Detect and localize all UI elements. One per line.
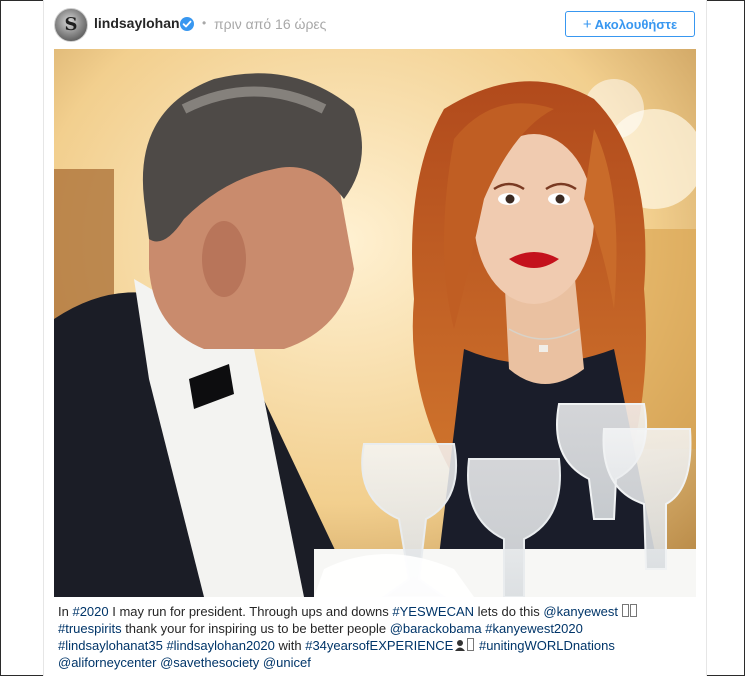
mention-aliforneycenter[interactable]: @aliforneycenter: [58, 655, 156, 670]
emoji-placeholder-icon: [629, 604, 637, 617]
mention-savethesociety[interactable]: @savethesociety: [160, 655, 259, 670]
mention-kanyewest[interactable]: @kanyewest: [543, 604, 618, 619]
photo-illustration: [54, 49, 696, 597]
mention-barackobama[interactable]: @barackobama: [390, 621, 482, 636]
follow-label: Ακολουθήστε: [594, 17, 678, 32]
emoji-placeholder-icon: [621, 604, 629, 617]
hashtag-lindsaylohan2020[interactable]: #lindsaylohan2020: [166, 638, 274, 653]
hashtag-unitingworldnations[interactable]: #unitingWORLDnations: [479, 638, 615, 653]
caption-text: In: [58, 604, 73, 619]
hashtag-2020[interactable]: #2020: [72, 604, 108, 619]
caption-text: lets do this: [474, 604, 544, 619]
hashtag-lindsaylohanat35[interactable]: #lindsaylohanat35: [58, 638, 163, 653]
hashtag-kanyewest2020[interactable]: #kanyewest2020: [485, 621, 583, 636]
plus-icon: +: [582, 16, 592, 33]
person-emoji-icon: [454, 638, 466, 651]
emoji-placeholder-icon: [467, 638, 475, 651]
caption-text: thank your for inspiring us to be better…: [121, 621, 390, 636]
hashtag-34yearsofexperience[interactable]: #34yearsofEXPERIENCE: [305, 638, 453, 653]
username-link[interactable]: lindsaylohan: [94, 15, 180, 31]
follow-button[interactable]: + Ακολουθήστε: [565, 11, 695, 37]
avatar-glyph: S: [64, 14, 78, 35]
post-photo[interactable]: [54, 49, 696, 597]
hashtag-truespirits[interactable]: #truespirits: [58, 621, 122, 636]
caption-text: I may run for president. Through ups and…: [108, 604, 393, 619]
profile-avatar[interactable]: S: [54, 8, 88, 42]
post-timestamp[interactable]: πριν από 16 ώρες: [214, 16, 326, 32]
hashtag-yeswecan[interactable]: #YESWECAN: [392, 604, 474, 619]
caption-text: with: [274, 638, 306, 653]
post-caption: In #2020 I may run for president. Throug…: [58, 603, 698, 671]
mention-unicef[interactable]: @unicef: [263, 655, 311, 670]
separator-dot: •: [202, 16, 207, 30]
verified-badge-icon: [180, 17, 194, 31]
